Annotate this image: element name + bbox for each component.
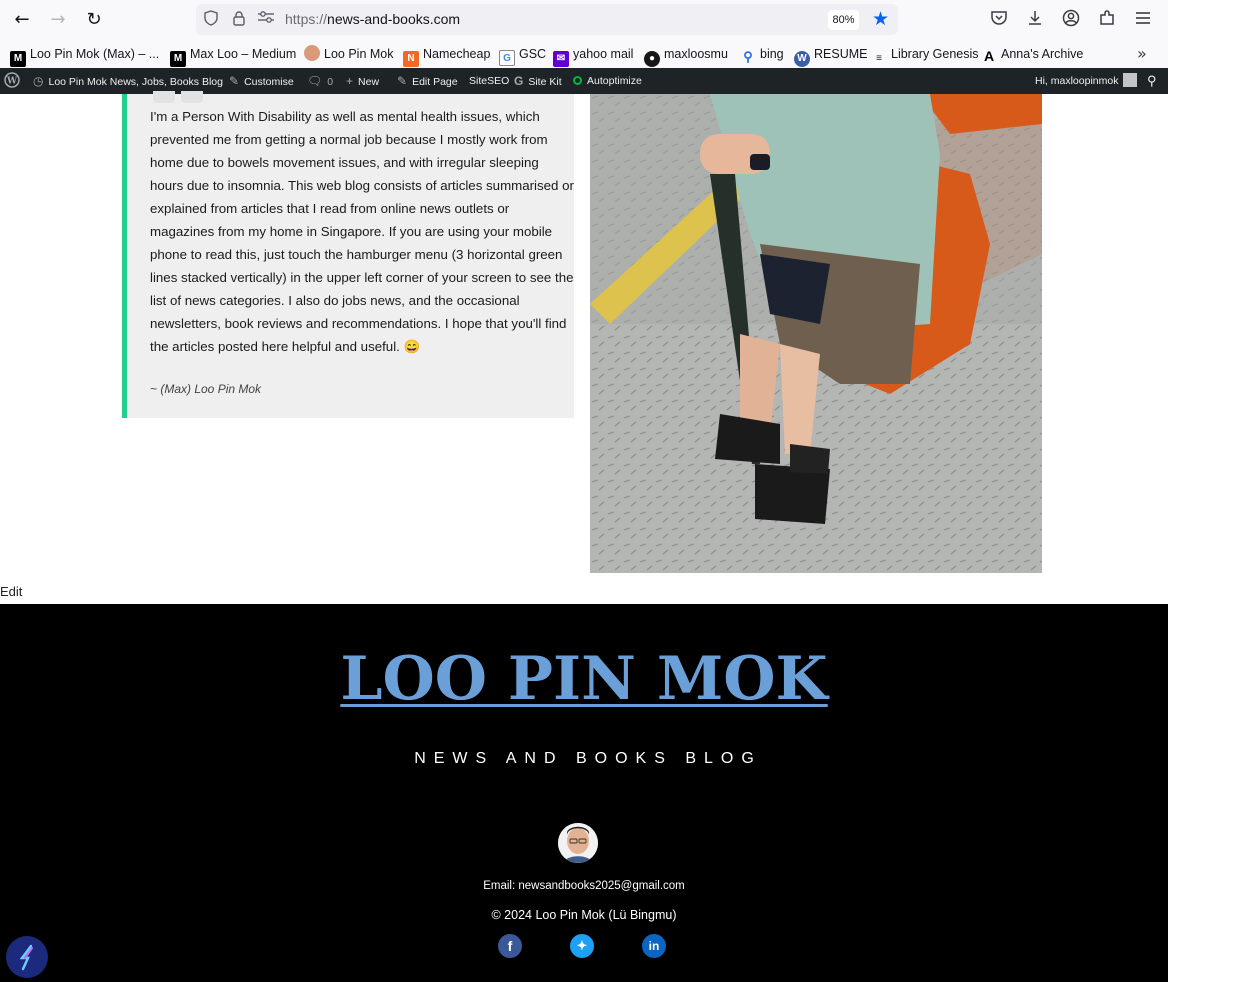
url-protocol: https:// [285,11,328,27]
twitter-icon[interactable]: ✦ [570,934,594,958]
medium-icon: M [170,51,186,67]
browser-window: ← → ↻ https://news-and-books.com 80% ★ M… [0,0,1168,982]
status-circle-icon [573,76,582,85]
search-icon: ⚲ [743,49,753,64]
permissions-icon[interactable] [257,10,275,28]
bookmark-label: Namecheap [423,47,491,61]
pencil-icon: ✎ [397,74,408,88]
namecheap-icon: N [403,51,419,67]
bookmark-label: GSC [519,47,547,61]
edit-link[interactable]: Edit [0,584,22,599]
adminbar-customise-label: Customise [244,76,294,88]
bookmark-item[interactable]: ≡ Library Genesis [871,45,979,64]
extensions-icon[interactable] [1096,9,1118,31]
footer-site-title[interactable]: LOO PIN MOK [0,644,1168,714]
plus-icon: + [346,74,354,88]
adminbar-new-label: New [358,76,380,88]
adminbar-autoptimize-label: Autoptimize [587,75,642,87]
download-icon[interactable] [1024,9,1046,31]
adminbar-greeting: Hi, maxloopinmok [1035,75,1119,87]
bookmark-item[interactable]: ✉ yahoo mail [553,45,634,67]
url-bar[interactable]: https://news-and-books.com [196,4,898,35]
about-quote-text: I'm a Person With Disability as well as … [150,109,574,354]
shield-icon[interactable] [202,10,220,28]
chevron-double-right-icon[interactable]: » [1137,44,1147,63]
lock-icon[interactable] [230,10,248,28]
avatar-icon [304,45,320,61]
window-gutter [1168,0,1258,982]
back-arrow-icon[interactable]: ← [10,8,34,32]
adminbar-customise[interactable]: ✎ Customise [229,68,294,94]
bookmark-item[interactable]: M Max Loo – Medium [170,45,297,67]
adminbar-new[interactable]: + New [346,68,379,94]
adminbar-site-label: Loo Pin Mok News, Jobs, Books Blog [48,76,223,88]
bookmark-label: RESUME [814,47,868,61]
wordpress-icon: W [794,51,810,67]
bookmark-item[interactable]: A Anna's Archive [981,45,1084,64]
wordpress-logo-icon[interactable]: W [4,68,20,94]
bookmark-label: yahoo mail [573,47,634,61]
annas-archive-icon: A [983,48,995,64]
adminbar-comments-count: 0 [327,76,334,88]
bookmark-label: Loo Pin Mok (Max) – ... [30,47,160,61]
adminbar-account[interactable]: Hi, maxloopinmok [1035,68,1138,94]
footer-email: Email: newsandbooks2025@gmail.com [483,880,685,892]
chat-widget-button[interactable] [6,936,48,978]
google-g-icon: G [514,74,524,88]
reload-icon[interactable]: ↻ [82,8,106,32]
bookmark-item[interactable]: ⚲ bing [740,45,784,64]
forward-arrow-icon[interactable]: → [46,8,70,32]
footer-copyright: © 2024 Loo Pin Mok (Lü Bingmu) [491,908,677,922]
footer-tagline: NEWS AND BOOKS BLOG [414,750,762,767]
browser-toolbar: ← → ↻ https://news-and-books.com 80% ★ [0,0,1168,40]
adminbar-edit-page[interactable]: ✎ Edit Page [397,68,458,94]
bookmark-item[interactable]: ● maxloosmu [644,45,728,67]
gsc-icon: G [499,50,515,66]
footer-avatar [558,823,598,863]
author-photo [590,94,1042,573]
search-icon[interactable]: ⚲ [1147,68,1157,94]
site-footer: LOO PIN MOK NEWS AND BOOKS BLOG Email: n… [0,604,1168,982]
page-content: I'm a Person With Disability as well as … [0,91,1168,604]
dashboard-icon: ◷ [33,74,44,88]
bookmark-label: bing [760,47,784,61]
linkedin-icon[interactable]: in [642,934,666,958]
adminbar-sitekit[interactable]: G Site Kit [514,68,562,94]
bookmark-item[interactable]: W RESUME [794,45,868,67]
adminbar-comments[interactable]: 🗨 0 [307,68,333,94]
medium-icon: M [10,51,26,67]
about-quote-block: I'm a Person With Disability as well as … [122,91,574,418]
adminbar-autoptimize[interactable]: Autoptimize [573,68,642,94]
bookmark-label: Library Genesis [891,47,979,61]
account-icon[interactable] [1060,9,1082,31]
avatar-icon [1123,73,1138,87]
bookmark-label: maxloosmu [664,47,728,61]
svg-text:W: W [6,77,18,87]
bookmark-item[interactable]: M Loo Pin Mok (Max) – ... [10,45,160,67]
bookmark-star-icon[interactable]: ★ [872,9,889,29]
brush-icon: ✎ [229,74,240,88]
menu-hamburger-icon[interactable] [1132,9,1154,31]
bookmarks-bar: M Loo Pin Mok (Max) – ... M Max Loo – Medi… [0,40,1168,68]
adminbar-edit-page-label: Edit Page [412,76,458,88]
bookmark-label: Max Loo – Medium [190,47,297,61]
bookmark-item[interactable]: G GSC [499,45,547,66]
zoom-level-badge[interactable]: 80% [828,10,859,30]
bookmark-label: Loo Pin Mok [324,47,394,61]
url-host: news-and-books.com [327,11,461,27]
quote-signature: ~ (Max) Loo Pin Mok [150,382,262,396]
libgen-icon: ≡ [876,53,882,64]
bookmark-item[interactable]: N Namecheap [403,45,491,67]
yahoo-icon: ✉ [553,51,569,67]
adminbar-sitekit-label: Site Kit [528,76,562,88]
comment-icon: 🗨 [307,74,323,88]
bookmark-item[interactable]: Loo Pin Mok [304,45,393,63]
url-text[interactable]: https://news-and-books.com [285,11,460,27]
adminbar-siteseo[interactable]: SiteSEO [469,68,509,94]
pocket-icon[interactable] [988,9,1010,31]
facebook-icon[interactable]: f [498,934,522,958]
github-icon: ● [644,51,660,67]
bookmark-label: Anna's Archive [1001,47,1084,61]
